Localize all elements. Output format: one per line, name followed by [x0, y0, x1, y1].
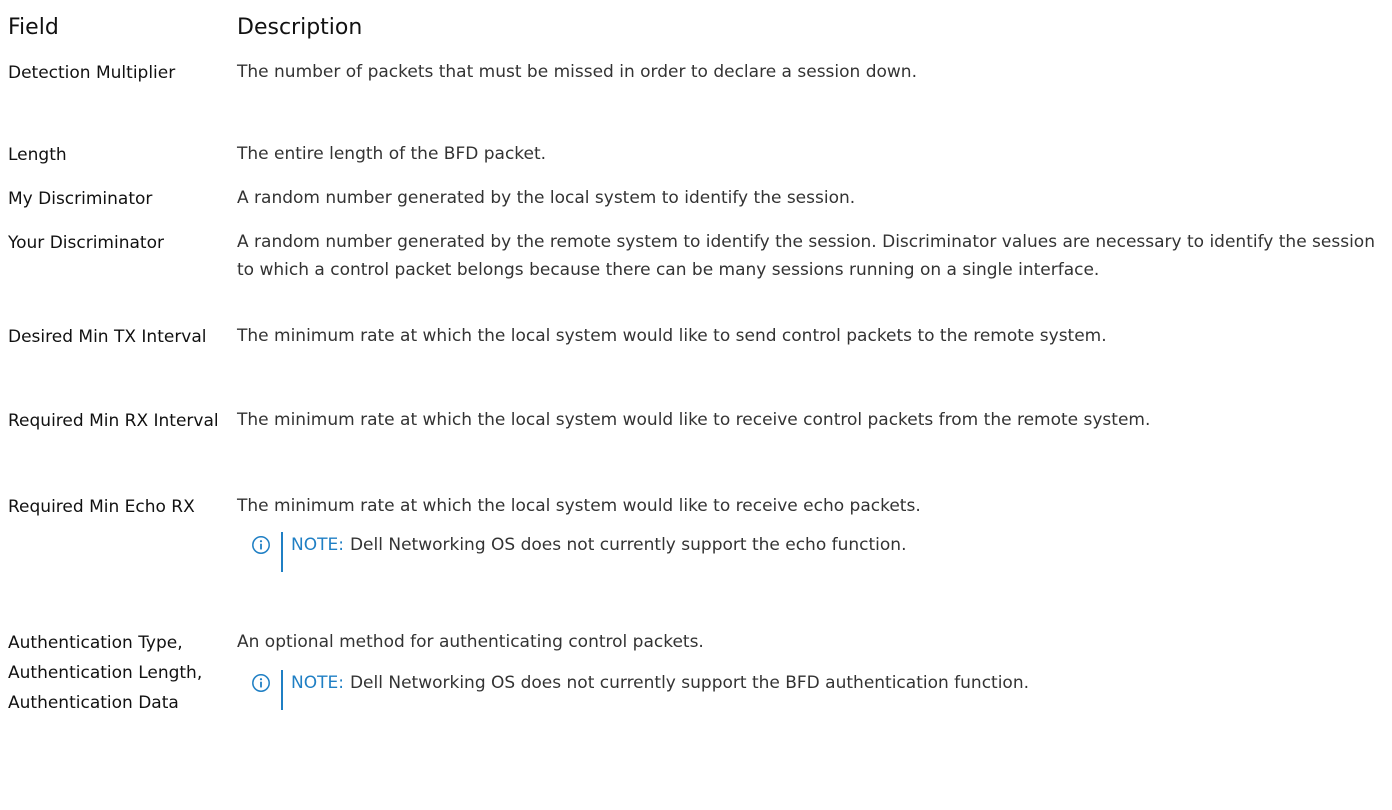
field-name: Required Min Echo RX [8, 497, 195, 517]
note-text-container: NOTE: Dell Networking OS does not current… [291, 532, 906, 558]
bfd-field-table: Field Description Detection Multiplier T… [0, 0, 1392, 810]
field-description: The number of packets that must be misse… [237, 62, 917, 82]
field-name: My Discriminator [8, 189, 153, 209]
field-description: The entire length of the BFD packet. [237, 144, 547, 164]
field-name: Required Min RX Interval [8, 411, 219, 431]
note-divider [281, 532, 283, 572]
field-description: The minimum rate at which the local syst… [237, 326, 1107, 346]
field-description: A random number generated by the local s… [237, 188, 856, 208]
field-name: Desired Min TX Interval [8, 327, 207, 347]
field-description: The minimum rate at which the local syst… [237, 410, 1151, 430]
note-label: NOTE: [291, 673, 344, 693]
field-name: Authentication Type, Authentication Leng… [8, 633, 203, 713]
field-name: Your Discriminator [8, 233, 164, 253]
column-header-field: Field [8, 15, 59, 40]
info-icon [252, 536, 270, 554]
field-name: Length [8, 145, 67, 165]
note-text-container: NOTE: Dell Networking OS does not current… [291, 670, 1029, 696]
note-body: Dell Networking OS does not currently su… [349, 535, 907, 555]
note-callout: NOTE: Dell Networking OS does not current… [251, 670, 1029, 710]
note-body: Dell Networking OS does not currently su… [349, 673, 1030, 693]
column-header-description: Description [237, 15, 363, 40]
field-description: An optional method for authenticating co… [237, 632, 704, 652]
field-name: Detection Multiplier [8, 63, 176, 83]
note-label: NOTE: [291, 535, 344, 555]
field-description: The minimum rate at which the local syst… [237, 496, 921, 516]
note-divider [281, 670, 283, 710]
field-description: A random number generated by the remote … [237, 232, 1375, 280]
note-callout: NOTE: Dell Networking OS does not current… [251, 532, 906, 572]
info-icon [252, 674, 270, 692]
